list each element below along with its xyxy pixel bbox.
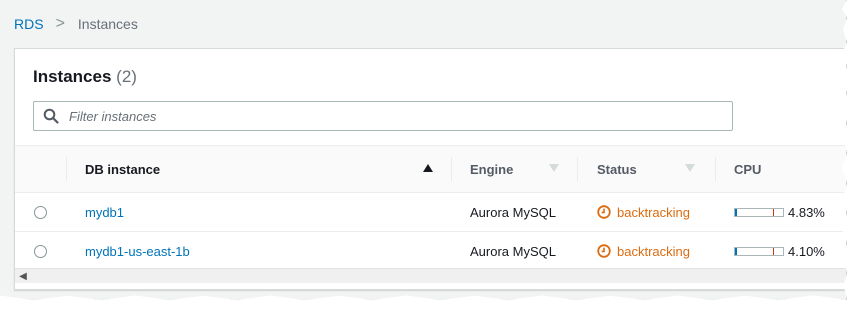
column-header-db-instance[interactable]: DB instance	[85, 146, 160, 192]
table-header: DB instance Engine Status CPU	[15, 145, 846, 193]
column-header-cpu[interactable]: CPU	[734, 146, 761, 192]
cpu-value: 4.10%	[788, 243, 825, 259]
filter-box[interactable]	[33, 101, 733, 131]
status-cell: backtracking	[597, 193, 690, 231]
instance-count: (2)	[116, 67, 137, 86]
status-text: backtracking	[617, 204, 690, 220]
cpu-bar	[734, 246, 784, 256]
horizontal-scrollbar[interactable]: ◀	[15, 268, 846, 283]
breadcrumb: RDS > Instances	[14, 15, 138, 33]
column-header-status[interactable]: Status	[597, 146, 637, 192]
sort-ascending-icon[interactable]	[423, 164, 433, 172]
clock-icon	[597, 244, 611, 258]
column-separator	[577, 157, 578, 181]
filter-instances-input[interactable]	[67, 107, 671, 125]
breadcrumb-separator-icon: >	[55, 15, 65, 32]
cpu-threshold-marker	[773, 208, 783, 216]
db-instance-link[interactable]: mydb1-us-east-1b	[85, 232, 190, 270]
sort-caret-icon[interactable]	[549, 164, 559, 172]
row-select-radio[interactable]	[34, 244, 47, 258]
table-row[interactable]: mydb1 Aurora MySQL backtracking 4.83%	[15, 193, 846, 232]
cpu-bar-fill	[735, 247, 737, 255]
cpu-cell: 4.83%	[734, 193, 825, 231]
app-window: RDS > Instances Instances (2) DB instanc…	[0, 0, 847, 300]
cpu-threshold-marker	[773, 247, 783, 255]
scroll-left-arrow-icon[interactable]: ◀	[17, 269, 29, 283]
engine-cell: Aurora MySQL	[470, 243, 556, 259]
status-text: backtracking	[617, 243, 690, 259]
panel-title-text: Instances	[33, 67, 112, 86]
db-instance-link[interactable]: mydb1	[85, 193, 124, 231]
cpu-cell: 4.10%	[734, 232, 825, 270]
instances-table: DB instance Engine Status CPU mydb1 Auro…	[15, 145, 846, 271]
clock-icon	[597, 205, 611, 219]
column-separator	[451, 157, 452, 181]
cpu-bar-fill	[735, 208, 738, 216]
sort-caret-icon[interactable]	[685, 164, 695, 172]
column-separator	[715, 157, 716, 181]
row-select-radio[interactable]	[34, 205, 47, 219]
row-select-cell	[34, 193, 47, 231]
cpu-value: 4.83%	[788, 204, 825, 220]
engine-cell: Aurora MySQL	[470, 204, 556, 220]
instances-panel: Instances (2) DB instance Engine	[14, 48, 846, 290]
status-cell: backtracking	[597, 232, 690, 270]
column-separator	[66, 157, 67, 181]
page-title: Instances (2)	[33, 67, 137, 87]
row-select-cell	[34, 232, 47, 270]
breadcrumb-rds-link[interactable]: RDS	[14, 16, 44, 32]
breadcrumb-current: Instances	[77, 16, 138, 32]
search-icon	[43, 108, 59, 124]
column-header-engine[interactable]: Engine	[470, 146, 513, 192]
cpu-bar	[734, 207, 784, 217]
table-row[interactable]: mydb1-us-east-1b Aurora MySQL backtracki…	[15, 232, 846, 271]
